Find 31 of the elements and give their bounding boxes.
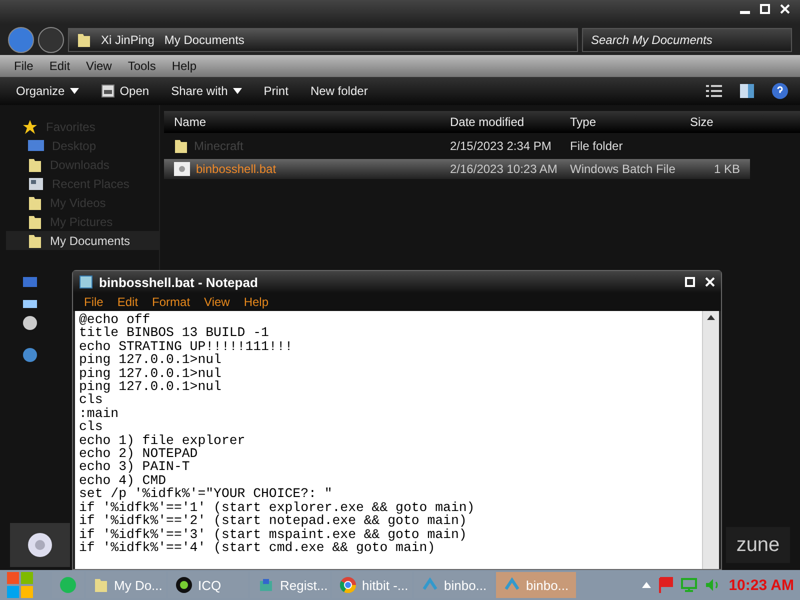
window-title: binbosshell.bat - Notepad [99,274,258,290]
zune-logo: zune [726,527,790,563]
toolbar-button[interactable]: Organize [12,82,83,100]
date-cell-text: 2/16/2023 10:23 AM [449,162,558,176]
file-row[interactable]: binbosshell.bat 2/16/2023 10:23 AM Windows Batch File 1 KB [164,159,750,179]
menu-item[interactable]: File [77,295,110,309]
menu-item[interactable]: File [6,59,42,73]
menu-item[interactable]: Edit [41,59,78,73]
search-field[interactable]: Search My Documents [582,28,792,52]
toolbar-button[interactable]: Open [96,82,154,100]
date-cell-text: 2/15/2023 2:34 PM [449,139,552,153]
column-header[interactable]: Type [560,115,680,129]
toolbar-button[interactable]: New folder [306,82,372,100]
column-header[interactable]: Date modified [440,115,560,129]
address-bar[interactable]: Xi JinPing My Documents [68,28,578,52]
menu-item[interactable]: Tools [120,59,164,73]
file-name: binbosshell.bat [196,162,276,176]
column-header[interactable]: Name [164,115,440,129]
menu-item[interactable]: Help [236,295,276,309]
size-cell-text: 1 KB [712,162,740,176]
toolbar-button[interactable]: Print [260,82,292,100]
sidebar-item[interactable]: My Documents [6,231,159,250]
menu-item[interactable]: View [78,59,120,73]
toolbar-button[interactable]: Share with [167,82,246,100]
column-header[interactable]: Size [680,115,740,129]
menu-item[interactable]: Edit [110,295,146,309]
menu-item[interactable]: Format [145,295,198,309]
menu-item[interactable]: View [197,295,237,309]
menu-item[interactable]: Help [164,59,205,73]
type-cell-text: Windows Batch File [569,162,676,176]
type-cell-text: File folder [569,139,624,153]
